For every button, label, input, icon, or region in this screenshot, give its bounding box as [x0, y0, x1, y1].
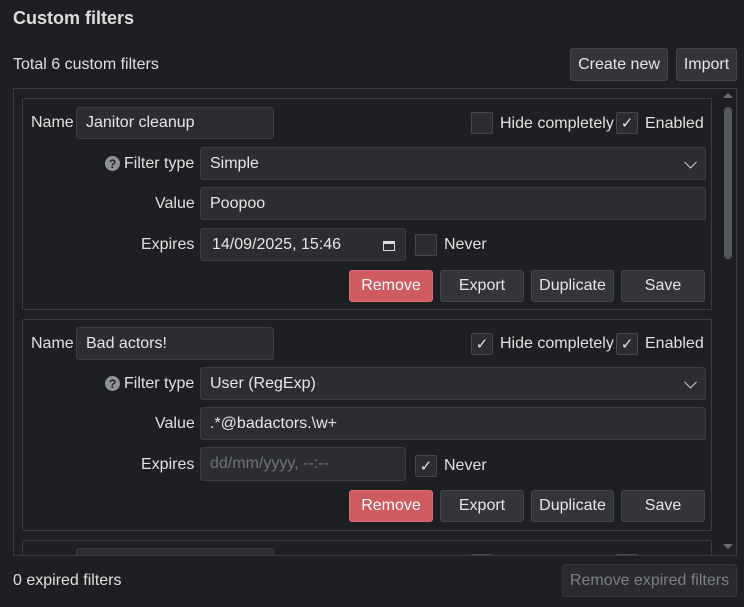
never-label: Never — [444, 457, 487, 474]
filter-type-label: Filter type — [124, 375, 195, 392]
filter-type-label: Filter type — [124, 155, 195, 172]
enabled-label: Enabled — [645, 335, 704, 352]
hide-completely-checkbox[interactable] — [471, 554, 493, 555]
filter-type-select[interactable]: User (RegExp) — [200, 367, 706, 400]
expires-value: 14/09/2025, 15:46 — [212, 235, 342, 253]
name-label: Name — [31, 335, 74, 352]
value-input[interactable]: .*@badactors.\w+ — [200, 407, 706, 440]
filter-list[interactable]: Name Janitor cleanup Hide completely ✓ E… — [13, 88, 737, 556]
filter-count: Total 6 custom filters — [13, 56, 159, 73]
filter-card — [22, 540, 712, 555]
export-button[interactable]: Export — [440, 270, 524, 302]
hide-completely-label: Hide completely — [500, 335, 614, 352]
page-title: Custom filters — [13, 8, 135, 28]
duplicate-button[interactable]: Duplicate — [531, 270, 614, 302]
name-input[interactable] — [76, 548, 274, 555]
calendar-icon[interactable] — [383, 239, 395, 251]
expired-count: 0 expired filters — [13, 572, 122, 589]
import-button[interactable]: Import — [676, 48, 737, 81]
value-label: Value — [155, 415, 195, 432]
never-label: Never — [444, 236, 487, 253]
hide-completely-label: Hide completely — [500, 115, 614, 132]
remove-button[interactable]: Remove — [349, 490, 433, 522]
expires-label: Expires — [141, 456, 195, 473]
filter-card: Name Janitor cleanup Hide completely ✓ E… — [22, 98, 712, 310]
name-input[interactable]: Bad actors! — [76, 327, 274, 360]
filter-type-value: User (RegExp) — [210, 374, 316, 392]
scrollbar-thumb[interactable] — [724, 107, 732, 259]
duplicate-button[interactable]: Duplicate — [531, 490, 614, 522]
remove-button[interactable]: Remove — [349, 270, 433, 302]
export-button[interactable]: Export — [440, 490, 524, 522]
enabled-checkbox[interactable]: ✓ — [616, 112, 638, 134]
filter-type-value: Simple — [210, 154, 259, 172]
hide-completely-checkbox[interactable] — [471, 112, 493, 134]
check-icon: ✓ — [620, 336, 634, 353]
check-icon: ✓ — [620, 115, 634, 132]
chevron-down-icon — [684, 155, 697, 169]
expires-input[interactable]: 14/09/2025, 15:46 — [200, 228, 406, 261]
check-icon: ✓ — [419, 458, 433, 475]
enabled-checkbox[interactable] — [616, 554, 638, 555]
scroll-down-arrow[interactable] — [723, 544, 733, 549]
expires-input[interactable]: dd/mm/yyyy, --:-- — [200, 447, 406, 481]
help-icon[interactable]: ? — [105, 376, 120, 391]
hide-completely-checkbox[interactable]: ✓ — [471, 333, 493, 355]
help-icon[interactable]: ? — [105, 156, 120, 171]
never-checkbox[interactable]: ✓ — [415, 455, 437, 477]
chevron-down-icon — [684, 375, 697, 389]
enabled-checkbox[interactable]: ✓ — [616, 333, 638, 355]
expires-label: Expires — [141, 236, 195, 253]
save-button[interactable]: Save — [621, 490, 705, 522]
scroll-up-arrow[interactable] — [723, 93, 733, 98]
create-new-button[interactable]: Create new — [570, 48, 668, 81]
enabled-label: Enabled — [645, 115, 704, 132]
filter-card: Name Bad actors! ✓ Hide completely ✓ Ena… — [22, 319, 712, 531]
name-label: Name — [31, 114, 74, 131]
name-input[interactable]: Janitor cleanup — [76, 107, 274, 139]
value-label: Value — [155, 195, 195, 212]
remove-expired-button[interactable]: Remove expired filters — [562, 564, 737, 597]
save-button[interactable]: Save — [621, 270, 705, 302]
never-checkbox[interactable] — [415, 234, 437, 256]
filter-type-select[interactable]: Simple — [200, 147, 706, 180]
value-input[interactable]: Poopoo — [200, 187, 706, 220]
check-icon: ✓ — [475, 336, 489, 353]
